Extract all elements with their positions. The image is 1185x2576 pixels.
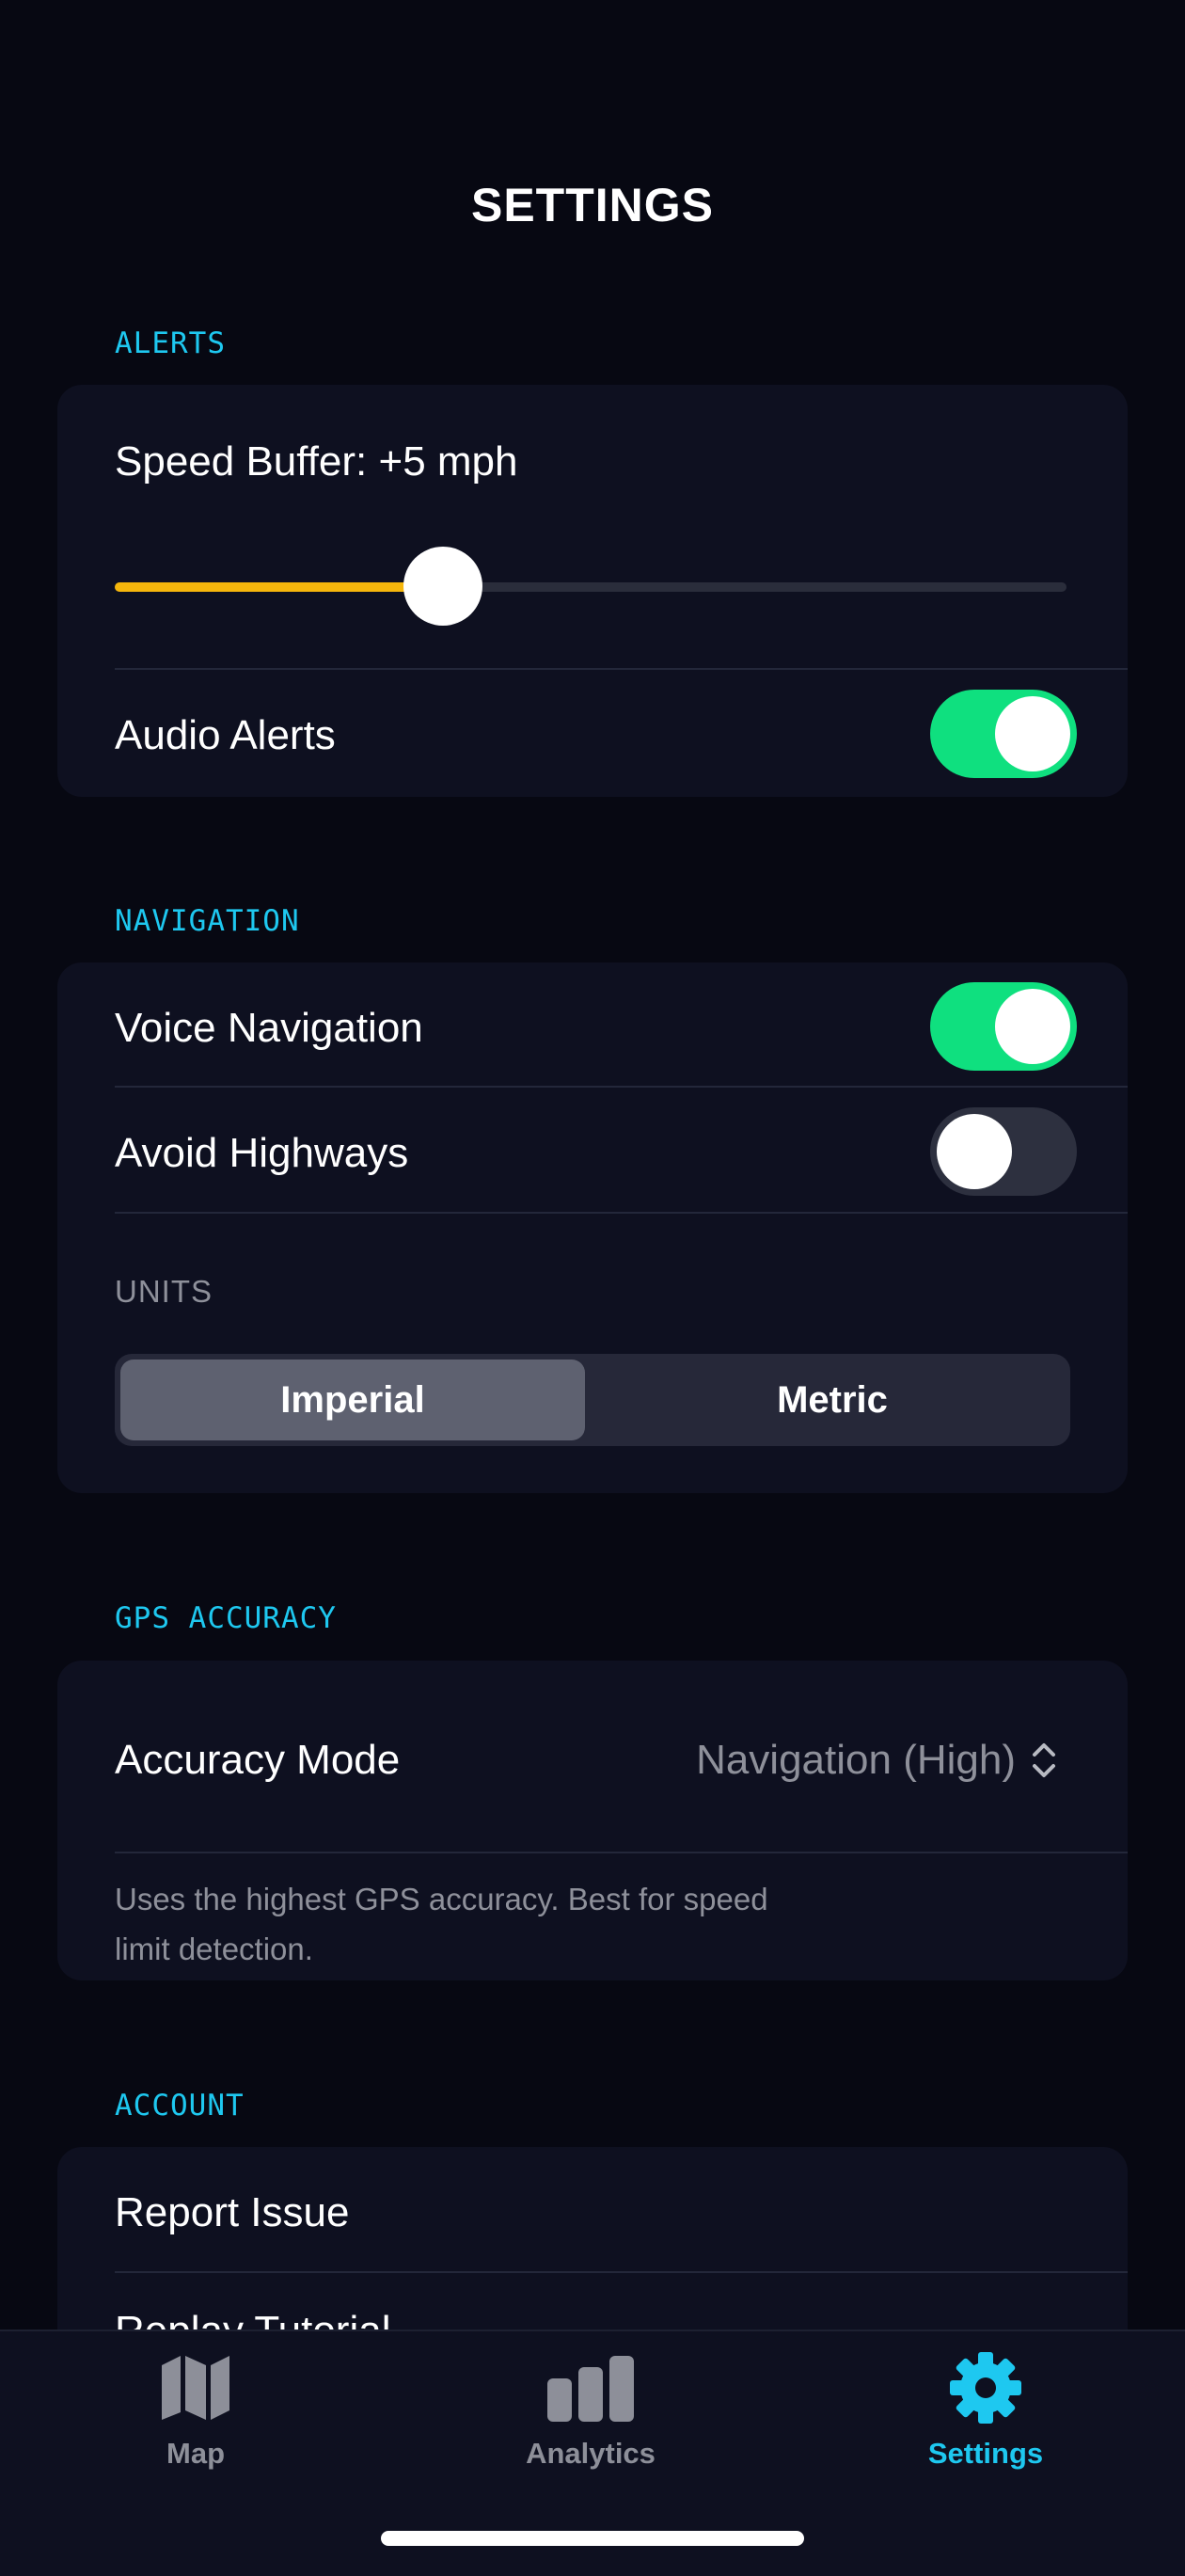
divider	[115, 668, 1128, 670]
tab-label: Settings	[927, 2437, 1044, 2470]
description-line: limit detection.	[115, 1932, 313, 1966]
navigation-card: Voice Navigation Avoid Highways UNITS Im…	[57, 962, 1128, 1493]
divider	[115, 1852, 1128, 1853]
units-segmented-control: Imperial Metric	[115, 1354, 1070, 1446]
description-line: Uses the highest GPS accuracy. Best for …	[115, 1882, 768, 1916]
divider	[115, 2271, 1128, 2273]
account-card: Report Issue Replay Tutorial	[57, 2147, 1128, 2354]
tab-map[interactable]: Map	[64, 2331, 327, 2501]
alerts-card: Speed Buffer: +5 mph Audio Alerts	[57, 385, 1128, 797]
accuracy-mode-label: Accuracy Mode	[115, 1737, 401, 1783]
speed-buffer-slider[interactable]	[115, 547, 1066, 626]
divider	[115, 1212, 1128, 1214]
gear-icon	[950, 2352, 1021, 2424]
accuracy-mode-picker[interactable]: Navigation (High)	[696, 1734, 1057, 1787]
accuracy-description: Uses the highest GPS accuracy. Best for …	[115, 1874, 768, 1974]
speed-buffer-label: Speed Buffer: +5 mph	[115, 438, 518, 485]
bar-chart-icon	[547, 2356, 634, 2422]
tab-settings[interactable]: Settings	[854, 2331, 1117, 2501]
tab-analytics[interactable]: Analytics	[459, 2331, 722, 2501]
voice-navigation-label: Voice Navigation	[115, 1005, 423, 1051]
audio-alerts-toggle[interactable]	[930, 690, 1077, 778]
toggle-knob	[937, 1114, 1012, 1189]
chevron-up-down-icon	[1031, 1740, 1057, 1781]
units-option-imperial[interactable]: Imperial	[120, 1360, 585, 1440]
toggle-knob	[995, 989, 1070, 1064]
tab-bar: Map Analytics Settings	[0, 2330, 1185, 2576]
page-title: SETTINGS	[470, 179, 715, 231]
audio-alerts-label: Audio Alerts	[115, 712, 336, 758]
voice-navigation-toggle[interactable]	[930, 982, 1077, 1071]
home-indicator	[381, 2531, 804, 2546]
map-icon	[162, 2356, 229, 2420]
tab-label: Analytics	[526, 2437, 656, 2470]
toggle-knob	[995, 696, 1070, 771]
divider	[115, 1086, 1128, 1088]
tab-label: Map	[166, 2437, 225, 2470]
slider-thumb[interactable]	[403, 547, 483, 626]
units-option-metric[interactable]: Metric	[600, 1360, 1065, 1440]
avoid-highways-label: Avoid Highways	[115, 1130, 409, 1176]
section-label-navigation: NAVIGATION	[115, 904, 300, 938]
accuracy-mode-value: Navigation (High)	[696, 1737, 1016, 1783]
slider-fill	[115, 582, 444, 592]
report-issue-item[interactable]: Report Issue	[115, 2186, 349, 2239]
section-label-gps-accuracy: GPS ACCURACY	[115, 1601, 337, 1635]
units-label: UNITS	[115, 1274, 213, 1309]
gps-accuracy-card: Accuracy Mode Navigation (High) Uses the…	[57, 1661, 1128, 1980]
section-label-account: ACCOUNT	[115, 2089, 245, 2123]
avoid-highways-toggle[interactable]	[930, 1107, 1077, 1196]
section-label-alerts: ALERTS	[115, 326, 226, 360]
